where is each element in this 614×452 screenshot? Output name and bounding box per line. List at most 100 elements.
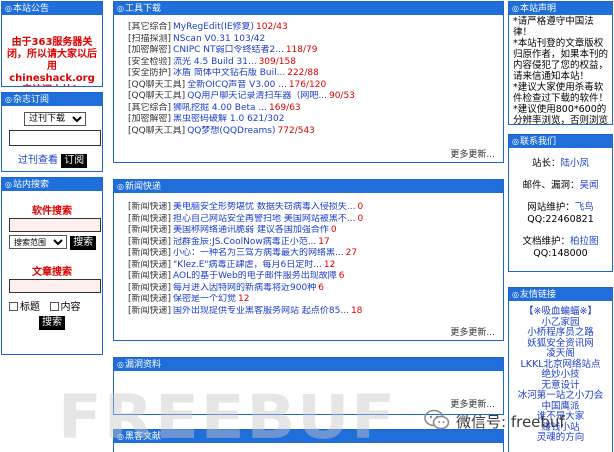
bullet-icon: ◎ <box>5 180 12 189</box>
bullet-icon: ◎ <box>512 4 519 13</box>
friend-link[interactable]: 灵魂的方向 <box>509 432 612 444</box>
item-count: 90/53 <box>328 91 355 101</box>
subscribe-heading: 杂志订阅 <box>12 95 49 105</box>
search-header: ◎站内搜索 <box>2 178 102 191</box>
announce-panel: ◎本站公告 由于363服务器关闭，所以请大家以后用chineshack.org来… <box>1 1 103 87</box>
title-option-label: 标题 <box>20 302 40 313</box>
item-category: [新闻快递] <box>128 305 172 316</box>
content-option-label: 内容 <box>60 302 81 313</box>
edit-name[interactable]: 柏拉图 <box>570 236 599 247</box>
notice-header: ◎本站声明 <box>509 2 612 15</box>
item-title[interactable]: 每月进入因特网的新病毒将近900种 <box>173 283 316 293</box>
item-title[interactable]: 冰盾 简体中文钻石版 Buil... <box>173 68 285 78</box>
list-item[interactable]: [新闻快递] AOL的基于Web的电子邮件服务出现故障 6 <box>128 271 503 283</box>
list-item[interactable]: [新闻快递] 国外出现提供专业黑客服务网站 起点价85... 18 <box>128 306 503 318</box>
item-category: [安全检验] <box>128 56 172 67</box>
item-title[interactable]: MyRegEdit(IE修复) <box>173 22 254 32</box>
notice-panel: ◎本站声明 *请严格遵守中国法律！ *本站刊登的文章版权归原作者，如果本刊的内容… <box>508 1 613 125</box>
content-checkbox[interactable] <box>49 302 59 311</box>
friend-link[interactable]: 冰河第一站之小刀会 <box>509 390 612 402</box>
vuln-more-link[interactable]: 更多更新... <box>450 397 495 410</box>
owner-name[interactable]: 陆小凤 <box>561 158 590 169</box>
item-title[interactable]: 美国称网络通讯脆弱 建议各国加强合作 <box>173 225 329 235</box>
item-category: [加密解密] <box>128 45 172 55</box>
list-item[interactable]: [新闻快递] 美国称网络通讯脆弱 建议各国加强合作 0 <box>128 225 503 237</box>
item-count: 118/79 <box>285 45 318 55</box>
announce-heading: 本站公告 <box>12 4 49 14</box>
item-title[interactable]: CNIPC NT弱口令终结者2... <box>173 45 284 55</box>
item-title[interactable]: "Klez.E"病毒正肆虐，每月6日定时... <box>173 260 322 270</box>
list-item[interactable]: [新闻快递] 小心：一种名为三驾方病毒最大的网络黑... 27 <box>128 248 503 260</box>
item-count: 12 <box>238 294 250 304</box>
item-count: 27 <box>345 248 358 258</box>
list-item[interactable]: [QQ聊天工具] QQ用户聊天记录清扫车器（网吧... 90/53 <box>128 91 503 103</box>
list-item[interactable]: [新闻快递] 美电脑安全形势堪忧 数据失窃病毒入侵损失... 0 <box>128 202 503 214</box>
maint-name[interactable]: 飞鸟 <box>575 202 594 213</box>
list-item[interactable]: [加密解密] CNIPC NT弱口令终结者2... 118/79 <box>128 45 503 57</box>
hacker-heading: 黑客文献 <box>124 432 161 442</box>
article-search-button[interactable]: 搜索 <box>39 316 65 330</box>
item-count: 772/543 <box>277 125 315 136</box>
list-item[interactable]: [扫描探测] NScan V0.31 103/42 <box>128 34 503 46</box>
contact-header: ◎联系我们 <box>509 135 612 148</box>
list-item[interactable]: [加密解密] 黑虫密码破解 1.0 621/302 <box>128 114 503 126</box>
item-title[interactable]: 黑虫密码破解 1.0 621/302 <box>173 114 284 124</box>
item-title[interactable]: 担心自己网站安全再警扫地 美国网站被黑不... <box>173 214 355 224</box>
list-item[interactable]: [QQ聊天工具] 全新OICQ声音 V3.00 ... 176/120 <box>128 80 503 92</box>
contact-panel: ◎联系我们 站长：陆小凤 邮件、漏洞：吴闻 网站维护：飞鸟 QQ:2246082… <box>508 134 613 272</box>
issue-select[interactable]: 过刊下载 <box>24 112 86 126</box>
item-count: 0 <box>330 225 337 235</box>
list-item[interactable]: [新闻快递] 担心自己网站安全再警扫地 美国网站被黑不... 0 <box>128 214 503 226</box>
item-title[interactable]: 国外出现提供专业黑客服务网站 起点价85... <box>173 306 349 316</box>
view-issues-link[interactable]: 过刊查看 <box>18 155 58 166</box>
item-count: 222/88 <box>287 68 319 78</box>
article-search-title: 文章搜索 <box>32 267 72 278</box>
notice-line: *本站刊登的文章版权归原作者，如果本刊的内容侵犯了您的权益，请来信通知本站！ <box>513 38 609 82</box>
article-search-input[interactable] <box>9 279 101 293</box>
software-search-input[interactable] <box>9 218 101 232</box>
mail-row: 邮件、漏洞：吴闻 <box>509 180 612 192</box>
item-title[interactable]: QQ用户聊天记录清扫车器（网吧... <box>187 91 327 101</box>
list-item[interactable]: [新闻快递] 冠群金辰:JS.CoolNow病毒正小范... 17 <box>128 237 503 249</box>
friend-link[interactable]: 谁不是大家 <box>509 411 612 423</box>
item-title[interactable]: QQ梦想(QQDreams) <box>187 126 275 136</box>
item-title[interactable]: 小心：一种名为三驾方病毒最大的网络黑... <box>173 248 344 258</box>
friend-link[interactable]: 凌天阁 <box>509 348 612 360</box>
mail-label: 邮件、漏洞： <box>522 180 580 191</box>
news-more-link[interactable]: 更多更新... <box>450 325 495 338</box>
item-title[interactable]: 冠群金辰:JS.CoolNow病毒正小范... <box>173 237 316 247</box>
bullet-icon: ◎ <box>117 182 124 191</box>
list-item[interactable]: [其它综合] MyRegEdit(IE修复) 102/43 <box>128 22 503 34</box>
item-title[interactable]: 狮吼挖掘 4.00 Beta ... <box>173 103 267 113</box>
friend-link[interactable]: 【※吸血蝙蝠※】 <box>509 306 612 318</box>
item-title[interactable]: 全新OICQ声音 V3.00 ... <box>187 80 287 90</box>
mail-name[interactable]: 吴闻 <box>580 180 599 191</box>
friend-link[interactable]: 绝妙小技 <box>509 369 612 381</box>
item-category: [安全防护] <box>128 68 172 78</box>
software-search-button[interactable]: 搜索 <box>70 236 97 250</box>
links-panel: ◎友情链接 【※吸血蝙蝠※】 小乙家园 小桥程序员之路 妖狐安全资讯网 凌天阁 … <box>508 287 613 452</box>
friend-link[interactable]: 小桥程序员之路 <box>509 327 612 339</box>
list-item[interactable]: [安全检验] 流光 4.5 Build 31... 309/158 <box>128 57 503 69</box>
item-title[interactable]: 保密是一个幻觉 <box>173 294 236 304</box>
item-title[interactable]: AOL的基于Web的电子邮件服务出现故障 <box>173 271 337 281</box>
list-item[interactable]: [新闻快递] "Klez.E"病毒正肆虐，每月6日定时... 12 <box>128 260 503 272</box>
item-title[interactable]: NScan V0.31 103/42 <box>173 34 265 44</box>
list-item[interactable]: [安全防护] 冰盾 简体中文钻石版 Buil... 222/88 <box>128 68 503 80</box>
announce-header: ◎本站公告 <box>2 2 102 15</box>
edit-qq: QQ:148000 <box>533 248 588 259</box>
search-panel: ◎站内搜索 软件搜索 搜索范围 搜索 文章搜索 标题 内容 搜索 <box>1 177 103 355</box>
email-input[interactable] <box>9 130 101 146</box>
list-item[interactable]: [新闻快递] 每月进入因特网的新病毒将近900种 6 <box>128 283 503 295</box>
item-title[interactable]: 美电脑安全形势堪忧 数据失窃病毒入侵损失... <box>173 202 355 212</box>
list-item[interactable]: [其它综合] 狮吼挖掘 4.00 Beta ... 169/63 <box>128 103 503 115</box>
search-scope-select[interactable]: 搜索范围 <box>9 235 67 249</box>
tools-header: ◎工具下载 <box>114 2 503 15</box>
list-item[interactable]: [新闻快递] 保密是一个幻觉 12 <box>128 294 503 306</box>
tools-more-link[interactable]: 更多更新... <box>450 147 495 160</box>
list-item[interactable]: [QQ聊天工具] QQ梦想(QQDreams) 772/543 <box>128 126 503 138</box>
subscribe-button[interactable]: 订阅 <box>61 154 88 168</box>
title-checkbox[interactable] <box>9 302 18 311</box>
vuln-panel: ◎漏洞资料 更多更新... <box>113 357 504 415</box>
item-title[interactable]: 流光 4.5 Build 31... <box>173 57 257 67</box>
